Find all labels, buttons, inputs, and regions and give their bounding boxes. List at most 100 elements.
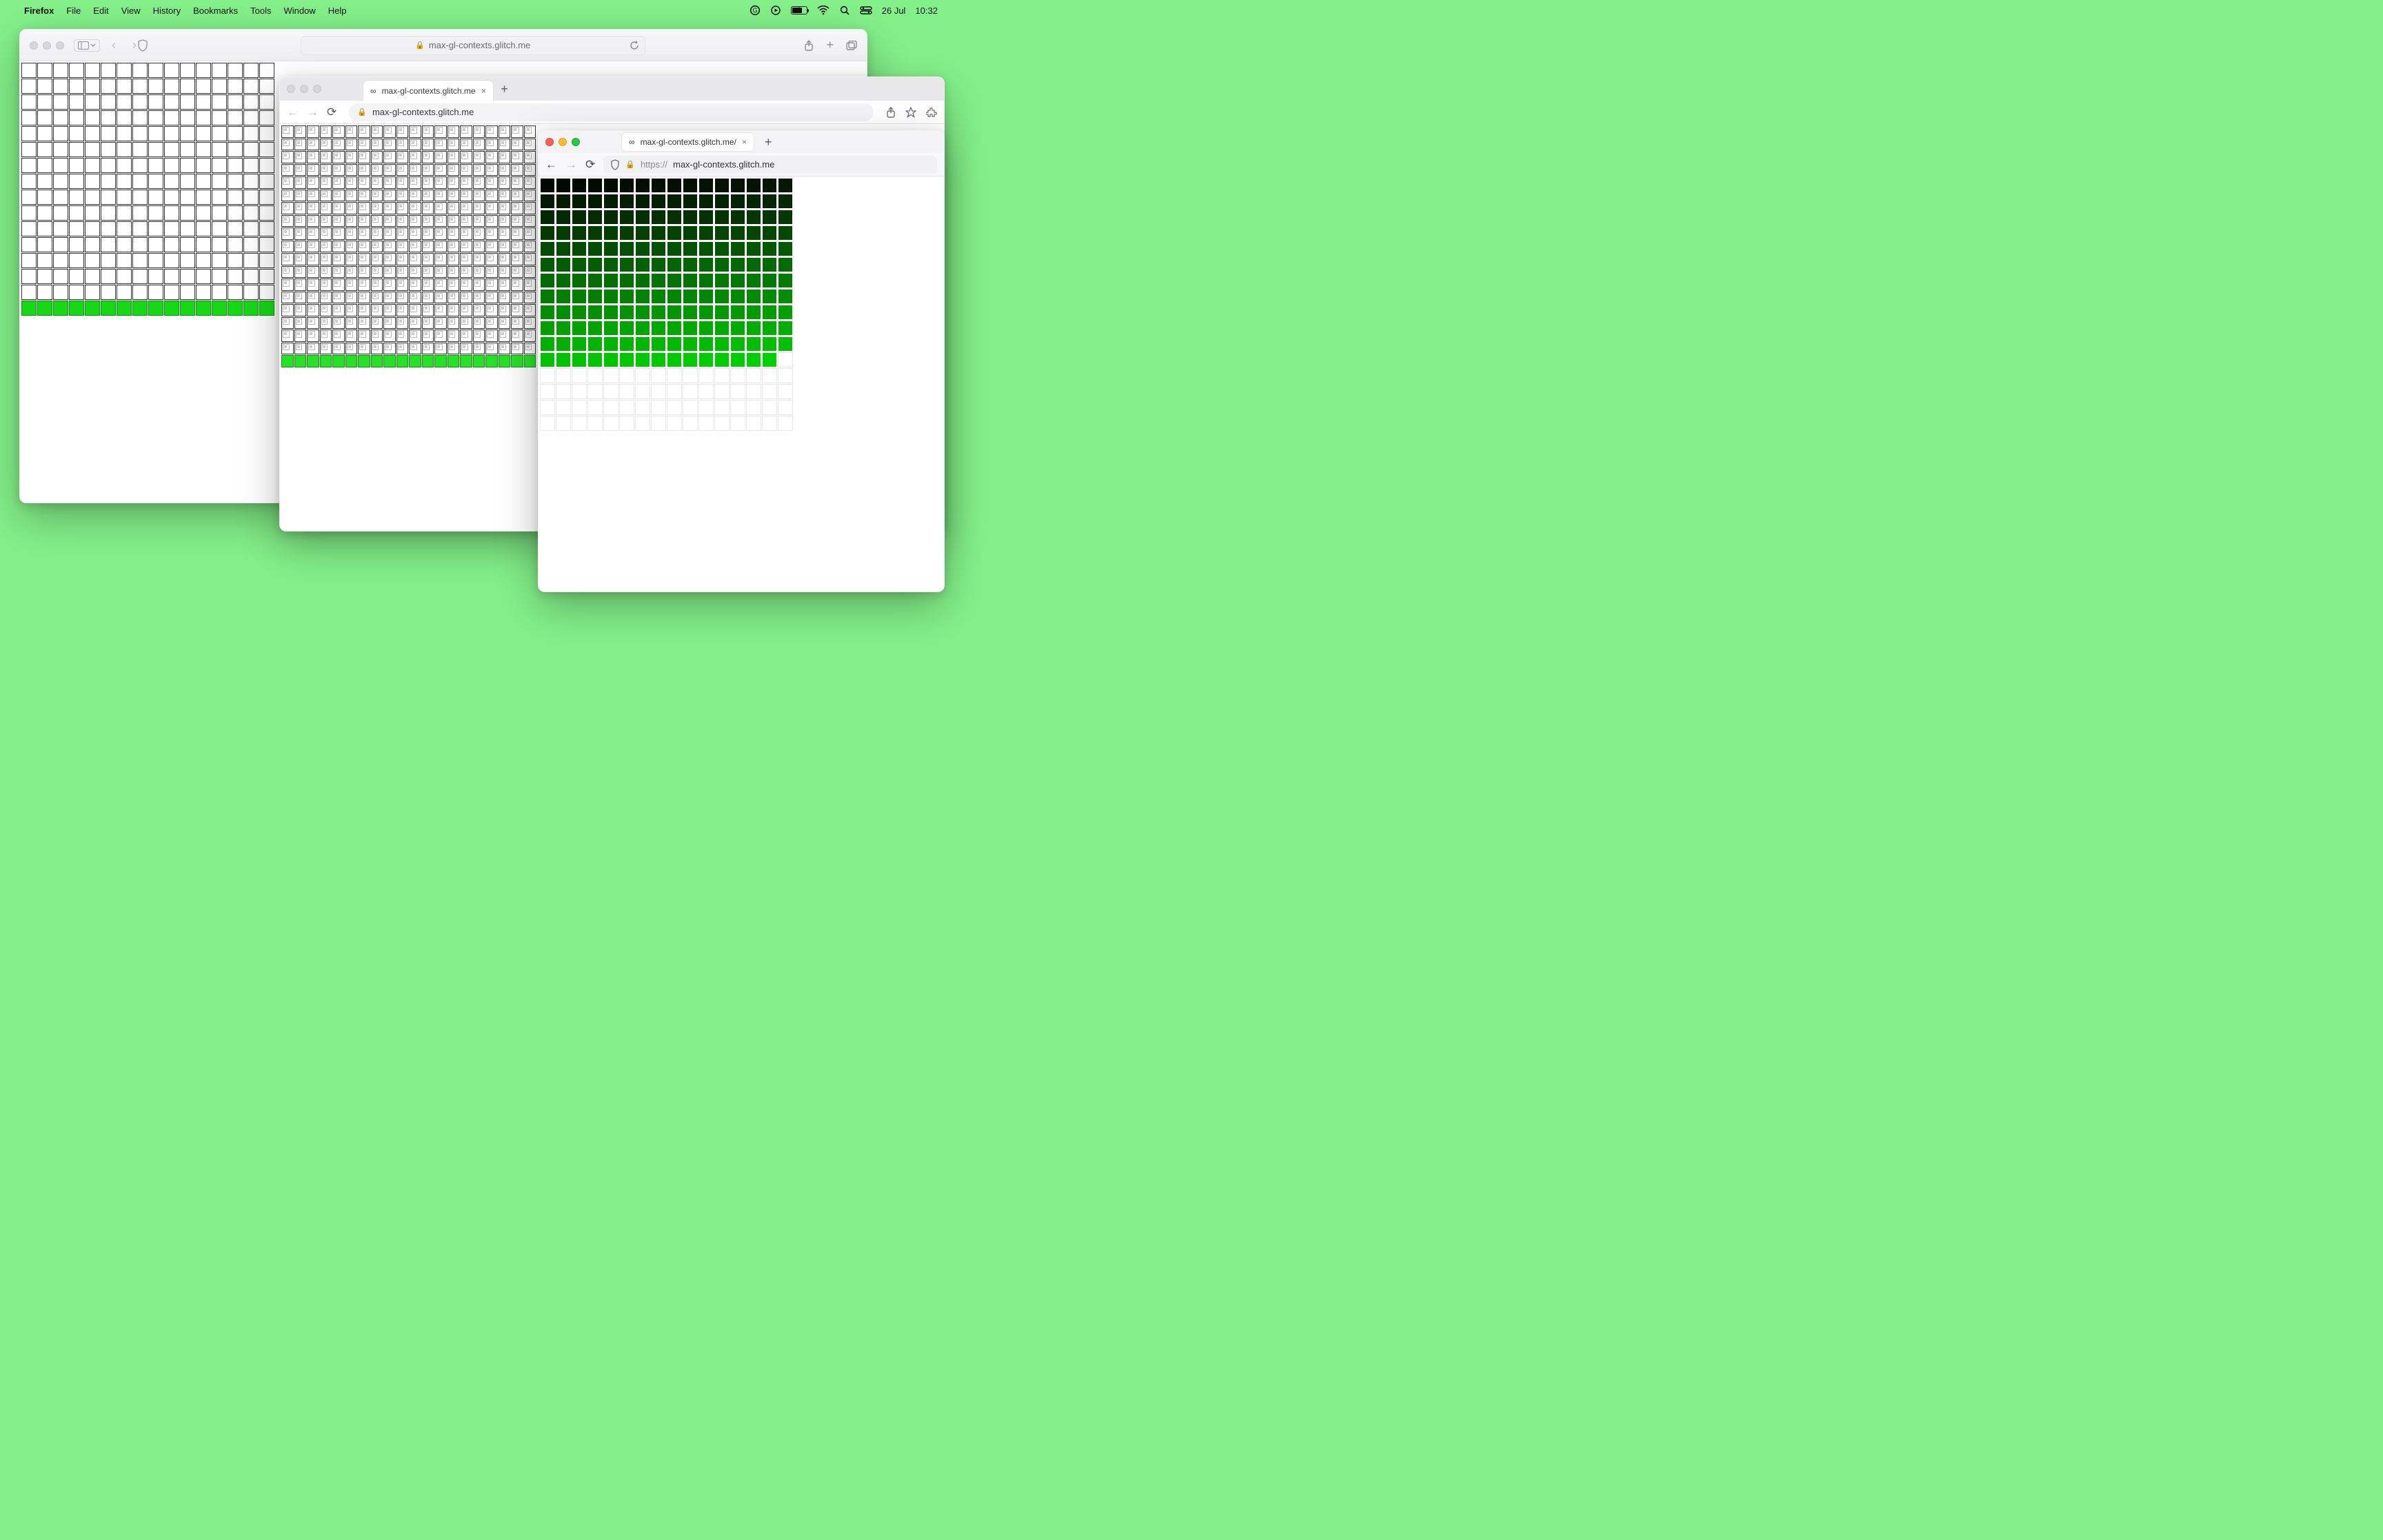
traffic-zoom-icon[interactable] (313, 85, 321, 93)
menubar-clock[interactable]: 10:32 (915, 6, 938, 16)
grid-cell (281, 304, 294, 316)
grid-cell (473, 292, 485, 304)
control-center-menubar-icon[interactable] (860, 6, 872, 14)
traffic-minimise-icon[interactable] (559, 138, 567, 146)
grid-cell (228, 190, 243, 205)
grid-cell (396, 151, 409, 163)
traffic-close-icon[interactable] (30, 41, 38, 50)
chrome-address-bar[interactable]: 🔒 max-gl-contexts.glitch.me (349, 103, 874, 121)
traffic-close-icon[interactable] (287, 85, 295, 93)
tab-close-button[interactable]: × (481, 85, 487, 96)
grid-cell (85, 269, 100, 284)
grid-cell (540, 368, 555, 383)
reload-icon[interactable] (630, 41, 639, 50)
firefox-traffic-lights[interactable] (545, 138, 580, 146)
grid-cell (358, 215, 370, 227)
grid-cell (332, 278, 345, 291)
chrome-back-button[interactable]: ← (287, 105, 299, 119)
menu-help[interactable]: Help (322, 6, 353, 16)
grid-cell (635, 416, 650, 431)
grid-cell (53, 158, 68, 173)
menu-edit[interactable]: Edit (87, 6, 114, 16)
grid-cell (524, 176, 536, 189)
grid-cell (619, 273, 634, 288)
extensions-icon[interactable] (926, 107, 937, 118)
grid-cell (572, 194, 587, 209)
menu-window[interactable]: Window (278, 6, 322, 16)
privacy-shield-icon[interactable] (137, 39, 148, 52)
safari-traffic-lights[interactable] (30, 41, 64, 50)
grid-cell (448, 125, 460, 138)
spotlight-menubar-icon[interactable] (839, 5, 850, 16)
chrome-tab[interactable]: ∞ max-gl-contexts.glitch.me × (363, 80, 494, 101)
traffic-minimise-icon[interactable] (43, 41, 51, 50)
wifi-menubar-icon[interactable] (817, 6, 829, 15)
chrome-traffic-lights[interactable] (287, 85, 321, 93)
grid-cell (69, 221, 84, 236)
firefox-tab[interactable]: ∞ max-gl-contexts.glitch.me/ × (622, 133, 754, 151)
traffic-zoom-icon[interactable] (572, 138, 580, 146)
grid-cell (587, 352, 603, 367)
menu-bookmarks[interactable]: Bookmarks (187, 6, 244, 16)
grid-cell (683, 352, 698, 367)
grid-cell (180, 126, 195, 141)
firefox-back-button[interactable]: ← (545, 158, 557, 172)
safari-sidebar-button[interactable] (74, 39, 100, 52)
grid-cell (383, 343, 396, 355)
safari-back-button[interactable]: ‹ (107, 38, 121, 52)
grid-cell (603, 321, 619, 336)
tab-overview-icon[interactable] (846, 41, 857, 50)
traffic-close-icon[interactable] (545, 138, 554, 146)
chrome-new-tab-button[interactable]: + (494, 82, 515, 97)
grid-cell (196, 253, 211, 268)
grid-cell (473, 241, 485, 253)
traffic-zoom-icon[interactable] (56, 41, 64, 50)
grammarly-menubar-icon[interactable]: G (750, 5, 761, 16)
grid-cell (307, 292, 319, 304)
grid-cell (180, 190, 195, 205)
grid-cell (117, 190, 132, 205)
grid-cell (422, 292, 434, 304)
menu-history[interactable]: History (147, 6, 187, 16)
tracking-shield-icon[interactable] (610, 159, 620, 170)
grid-cell (572, 321, 587, 336)
grid-cell (332, 176, 345, 189)
menubar-date[interactable]: 26 Jul (882, 6, 906, 16)
grid-cell (667, 305, 682, 320)
chrome-reload-button[interactable]: ⟳ (327, 105, 336, 119)
firefox-new-tab-button[interactable]: + (758, 135, 779, 150)
grid-cell (448, 215, 460, 227)
screenrec-menubar-icon[interactable] (770, 5, 781, 16)
grid-cell (698, 210, 714, 225)
battery-menubar-icon[interactable]: ⚡︎ (791, 6, 807, 14)
svg-text:G: G (752, 7, 757, 14)
menu-tools[interactable]: Tools (244, 6, 277, 16)
grid-cell (307, 227, 319, 240)
grid-cell (358, 278, 370, 291)
menubar-app[interactable]: Firefox (18, 6, 60, 16)
grid-cell (358, 343, 370, 355)
chrome-forward-button[interactable]: → (307, 105, 319, 119)
grid-cell (499, 278, 511, 291)
share-icon[interactable] (804, 40, 814, 51)
grid-cell (460, 215, 472, 227)
grid-cell (132, 142, 148, 157)
grid-cell (619, 257, 634, 272)
firefox-address-bar[interactable]: 🔒 https://max-gl-contexts.glitch.me (603, 156, 937, 174)
bookmark-star-icon[interactable] (905, 107, 916, 118)
menu-file[interactable]: File (60, 6, 87, 16)
grid-cell (603, 384, 619, 399)
new-tab-icon[interactable]: + (826, 38, 834, 52)
tab-close-button[interactable]: × (742, 137, 747, 147)
traffic-minimise-icon[interactable] (300, 85, 308, 93)
share-icon[interactable] (886, 107, 896, 118)
firefox-reload-button[interactable]: ⟳ (585, 158, 595, 172)
firefox-forward-button[interactable]: → (565, 158, 577, 172)
grid-cell (434, 227, 447, 240)
grid-cell (320, 292, 332, 304)
grid-cell (371, 227, 383, 240)
menu-view[interactable]: View (115, 6, 147, 16)
grid-cell (556, 225, 571, 241)
safari-address-bar[interactable]: 🔒 max-gl-contexts.glitch.me (301, 36, 645, 55)
grid-cell (332, 355, 345, 367)
